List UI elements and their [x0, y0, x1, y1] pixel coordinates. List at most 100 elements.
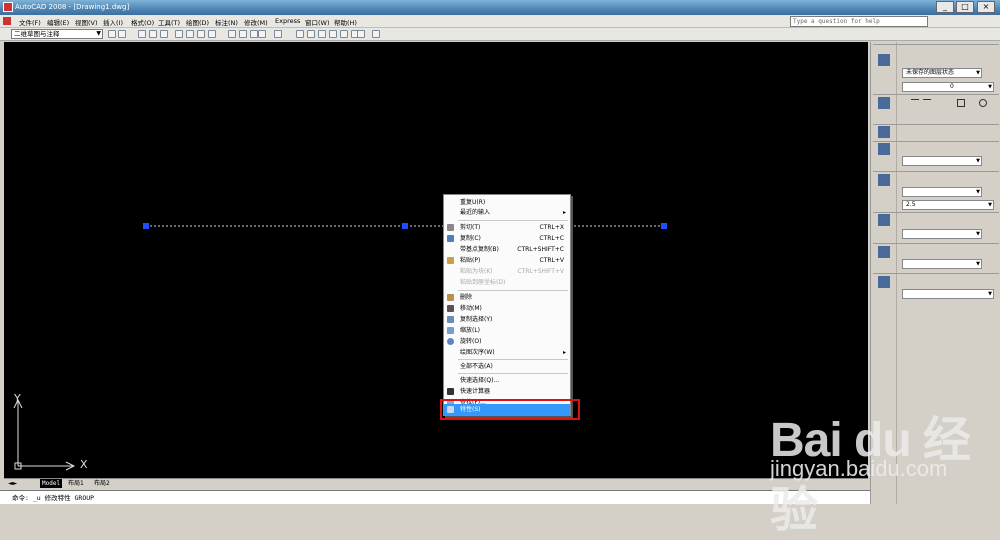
ucs-x-label: X: [80, 458, 88, 471]
menu-item-quick-calc[interactable]: 快速计算器: [444, 386, 570, 397]
new-icon[interactable]: [138, 30, 146, 38]
workspace-select[interactable]: 二维草图与注释 ▼: [11, 29, 103, 39]
layers-panel-icon[interactable]: [878, 54, 890, 66]
annotation-panel-icon[interactable]: [878, 126, 890, 138]
menu-item-copy[interactable]: 复制(C) CTRL+C: [444, 233, 570, 244]
text-style-select[interactable]: ▼: [902, 187, 982, 197]
menu-view[interactable]: 视图(V): [75, 17, 98, 27]
multileader-style-select[interactable]: ▼: [902, 229, 982, 239]
menu-draw[interactable]: 绘图(D): [186, 17, 209, 27]
table-panel-icon[interactable]: [878, 246, 890, 258]
circle-icon[interactable]: [979, 99, 987, 107]
menu-item-move[interactable]: 移动(M): [444, 303, 570, 314]
menu-item-paste[interactable]: 粘贴(P) CTRL+V: [444, 255, 570, 266]
menu-item-cut[interactable]: 剪切(T) CTRL+X: [444, 222, 570, 233]
copy-icon: [447, 235, 454, 242]
multileader-panel-icon[interactable]: [878, 214, 890, 226]
menu-item-quick-select[interactable]: 快速选择(Q)...: [444, 375, 570, 386]
erase-icon: [447, 294, 454, 301]
text-height-select[interactable]: 2.5 ▼: [902, 200, 994, 210]
menu-express[interactable]: Express: [275, 17, 300, 25]
draw-section: [873, 94, 999, 95]
menu-item-rotate[interactable]: 旋转(O): [444, 336, 570, 347]
zoom-previous-icon[interactable]: [329, 30, 337, 38]
menu-file[interactable]: 文件(F): [19, 17, 41, 27]
menu-format[interactable]: 格式(O): [131, 17, 154, 27]
line-icon[interactable]: [911, 99, 919, 107]
menu-insert[interactable]: 插入(I): [103, 17, 123, 27]
menu-tools[interactable]: 工具(T): [158, 17, 180, 27]
calculator-icon: [447, 388, 454, 395]
save-workspace-icon[interactable]: [118, 30, 126, 38]
chevron-down-icon: ▼: [988, 291, 992, 297]
layer-select[interactable]: 0 ▼: [902, 82, 994, 92]
save-icon[interactable]: [160, 30, 168, 38]
menu-item-recent-input[interactable]: 最近的输入 ▸: [444, 207, 570, 218]
2d-navigate-panel-icon[interactable]: [878, 276, 890, 288]
layer-state-select[interactable]: 未保存的图层状态 ▼: [902, 68, 982, 78]
menu-bar: 文件(F) 编辑(E) 视图(V) 插入(I) 格式(O) 工具(T) 绘图(D…: [0, 15, 1000, 28]
dimension-style-select[interactable]: ▼: [902, 156, 982, 166]
menu-separator: [458, 373, 568, 374]
menu-item-draw-order[interactable]: 绘图次序(W) ▸: [444, 347, 570, 358]
context-menu: 重复U(R) 最近的输入 ▸ 剪切(T) CTRL+X 复制(C) CTRL+C 带基…: [443, 194, 571, 416]
view-select[interactable]: ▼: [902, 289, 994, 299]
close-button[interactable]: ×: [977, 1, 995, 13]
annotation-section: [873, 124, 999, 125]
menu-separator: [458, 359, 568, 360]
tab-nav-arrows[interactable]: ◄►: [6, 479, 19, 488]
grip-mid[interactable]: [402, 223, 408, 229]
3d-dwf-icon[interactable]: [208, 30, 216, 38]
zoom-window-icon[interactable]: [318, 30, 326, 38]
rectangle-icon[interactable]: [957, 99, 965, 107]
menu-item-copy-selection[interactable]: 复制选择(Y): [444, 314, 570, 325]
grip-end[interactable]: [661, 223, 667, 229]
text-panel-icon[interactable]: [878, 174, 890, 186]
dimension-panel-icon[interactable]: [878, 143, 890, 155]
help-icon[interactable]: [372, 30, 380, 38]
menu-item-scale[interactable]: 缩放(L): [444, 325, 570, 336]
chevron-down-icon: ▼: [988, 84, 992, 90]
polyline-icon[interactable]: [923, 99, 931, 107]
menu-modify[interactable]: 修改(M): [244, 17, 268, 27]
plot-preview-icon[interactable]: [186, 30, 194, 38]
layer-state-value: 未保存的图层状态: [906, 69, 955, 76]
tab-model[interactable]: Model: [40, 479, 63, 488]
chevron-down-icon: ▼: [976, 261, 980, 267]
plot-icon[interactable]: [175, 30, 183, 38]
drawing-canvas[interactable]: Y X: [4, 42, 868, 478]
tool-palettes-icon[interactable]: [357, 30, 365, 38]
ucs-y-label: Y: [13, 392, 21, 405]
grip-start[interactable]: [143, 223, 149, 229]
properties-toolbar-icon[interactable]: [340, 30, 348, 38]
cut-icon[interactable]: [228, 30, 236, 38]
menu-item-copy-base[interactable]: 带基点复制(B) CTRL+SHIFT+C: [444, 244, 570, 255]
menu-separator: [458, 290, 568, 291]
draw-2d-panel-icon[interactable]: [878, 97, 890, 109]
help-search-input[interactable]: Type a question for help: [790, 16, 928, 27]
menu-dimension[interactable]: 标注(N): [215, 17, 238, 27]
publish-icon[interactable]: [197, 30, 205, 38]
minimize-button[interactable]: _: [936, 1, 954, 13]
command-line[interactable]: 命令: _u 修改特性 GROUP: [0, 490, 870, 504]
menu-edit[interactable]: 编辑(E): [47, 17, 69, 27]
menu-item-deselect-all[interactable]: 全部不选(A): [444, 361, 570, 372]
menu-window[interactable]: 窗口(W): [305, 17, 330, 27]
tab-layout2[interactable]: 布局2: [92, 479, 112, 488]
redo-icon[interactable]: [274, 30, 282, 38]
maximize-button[interactable]: □: [956, 1, 974, 13]
open-icon[interactable]: [149, 30, 157, 38]
pan-icon[interactable]: [296, 30, 304, 38]
tab-layout1[interactable]: 布局1: [66, 479, 86, 488]
multileader-section: [873, 212, 999, 213]
menu-help[interactable]: 帮助(H): [334, 17, 357, 27]
menu-item-paste-orig: 粘贴到原坐标(D): [460, 279, 506, 286]
text-section: [873, 171, 999, 172]
undo-icon[interactable]: [258, 30, 266, 38]
menu-item-erase[interactable]: 删除: [444, 292, 570, 303]
table-style-select[interactable]: ▼: [902, 259, 982, 269]
copy-toolbar-icon[interactable]: [239, 30, 247, 38]
zoom-realtime-icon[interactable]: [307, 30, 315, 38]
workspace-settings-icon[interactable]: [108, 30, 116, 38]
match-properties-icon[interactable]: [250, 30, 258, 38]
